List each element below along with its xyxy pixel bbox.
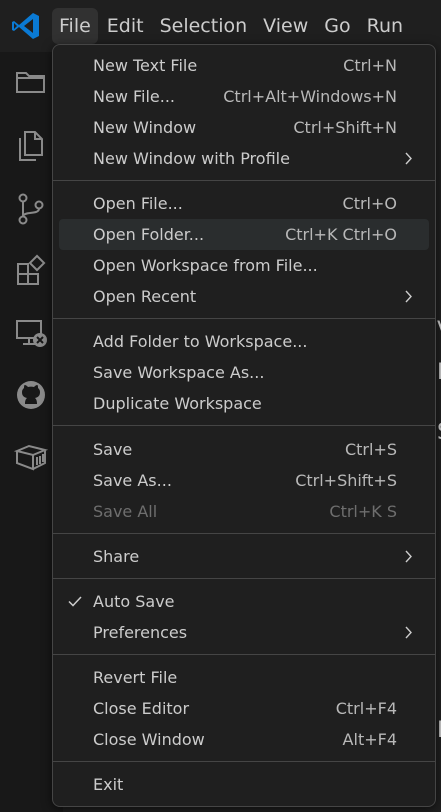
menu-item-close-editor[interactable]: Close Editor Ctrl+F4 — [59, 693, 429, 724]
chevron-right-icon — [405, 626, 412, 639]
menu-item-save[interactable]: Save Ctrl+S — [59, 434, 429, 465]
menu-separator — [53, 425, 435, 426]
edge-fragment: V — [437, 318, 441, 343]
menu-item-new-text-file[interactable]: New Text File Ctrl+N — [59, 50, 429, 81]
menu-separator — [53, 654, 435, 655]
menu-file[interactable]: File — [52, 8, 98, 44]
menu-item-open-folder[interactable]: Open Folder... Ctrl+K Ctrl+O — [59, 219, 429, 250]
menu-item-save-workspace-as[interactable]: Save Workspace As... — [59, 357, 429, 388]
menu-go[interactable]: Go — [317, 8, 357, 44]
menu-item-save-all[interactable]: Save All Ctrl+K S — [59, 496, 429, 527]
menu-edit[interactable]: Edit — [100, 8, 151, 44]
menu-selection[interactable]: Selection — [153, 8, 255, 44]
files-icon[interactable] — [13, 128, 49, 164]
menu-item-new-window-with-profile[interactable]: New Window with Profile — [59, 143, 429, 174]
menu-item-open-recent[interactable]: Open Recent — [59, 281, 429, 312]
source-control-icon[interactable] — [13, 191, 49, 227]
menu-separator — [53, 578, 435, 579]
menu-item-add-folder-to-workspace[interactable]: Add Folder to Workspace... — [59, 326, 429, 357]
menu-separator — [53, 761, 435, 762]
menu-item-duplicate-workspace[interactable]: Duplicate Workspace — [59, 388, 429, 419]
menu-view[interactable]: View — [256, 8, 315, 44]
edge-fragment: I — [437, 718, 441, 743]
edge-fragment: I — [437, 360, 441, 385]
chevron-right-icon — [405, 290, 412, 303]
vscode-logo-icon — [12, 13, 39, 39]
menu-item-revert-file[interactable]: Revert File — [59, 662, 429, 693]
menu-run[interactable]: Run — [360, 8, 410, 44]
extensions-icon[interactable] — [13, 253, 49, 289]
edge-fragment: S — [437, 420, 441, 445]
menu-item-share[interactable]: Share — [59, 541, 429, 572]
menu-item-close-window[interactable]: Close Window Alt+F4 — [59, 724, 429, 755]
github-icon[interactable] — [13, 377, 49, 413]
menu-item-exit[interactable]: Exit — [59, 769, 429, 800]
menu-item-save-as[interactable]: Save As... Ctrl+Shift+S — [59, 465, 429, 496]
menu-item-new-window[interactable]: New Window Ctrl+Shift+N — [59, 112, 429, 143]
menu-item-preferences[interactable]: Preferences — [59, 617, 429, 648]
file-menu-dropdown: New Text File Ctrl+N New File... Ctrl+Al… — [52, 44, 436, 807]
menu-item-auto-save[interactable]: Auto Save — [59, 586, 429, 617]
menu-separator — [53, 180, 435, 181]
remote-explorer-icon[interactable] — [13, 315, 49, 351]
containers-icon[interactable] — [13, 439, 49, 475]
chevron-right-icon — [405, 550, 412, 563]
menu-item-new-file[interactable]: New File... Ctrl+Alt+Windows+N — [59, 81, 429, 112]
menu-item-open-workspace-from-file[interactable]: Open Workspace from File... — [59, 250, 429, 281]
checkmark-icon — [68, 596, 82, 607]
menu-item-open-file[interactable]: Open File... Ctrl+O — [59, 188, 429, 219]
menu-bar: File Edit Selection View Go Run — [52, 8, 412, 44]
explorer-icon[interactable] — [13, 64, 49, 100]
menu-separator — [53, 318, 435, 319]
menu-separator — [53, 533, 435, 534]
chevron-right-icon — [405, 152, 412, 165]
